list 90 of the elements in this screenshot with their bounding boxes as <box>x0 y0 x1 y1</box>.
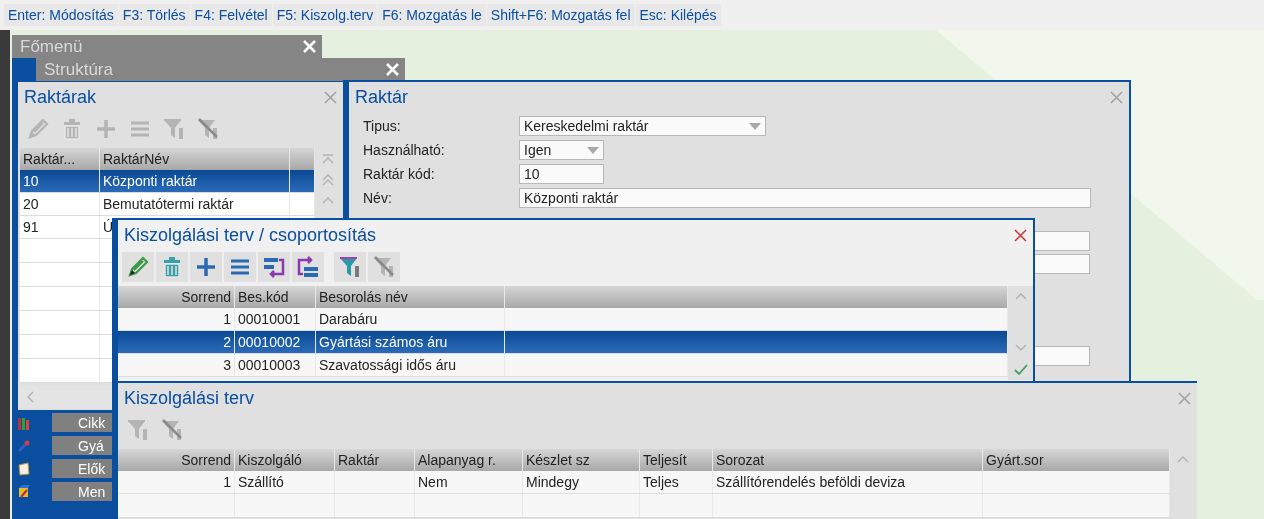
field-label: Raktár kód: <box>363 166 435 182</box>
table-cell: Szállítórendelés beföldi deviza <box>713 471 983 493</box>
delete-button[interactable] <box>156 252 188 282</box>
table-cell: 00010001 <box>235 308 316 330</box>
input-field[interactable]: 10 <box>519 164 604 184</box>
close-button[interactable] <box>324 90 337 104</box>
table-cell: 3 <box>118 354 235 376</box>
scroll-left-icon[interactable] <box>26 391 34 403</box>
dropdown[interactable]: Igen <box>519 140 604 160</box>
table-cell: 00010003 <box>235 354 316 376</box>
shortcut-label[interactable]: Shift+F6: Mozgatás fel <box>486 4 635 26</box>
table-cell: Központi raktár <box>100 170 290 192</box>
filter-clear-icon <box>160 418 184 442</box>
move-up-icon <box>296 255 320 279</box>
table-cell: Nem <box>415 471 523 493</box>
table-cell: Darabáru <box>316 308 505 330</box>
window-title: Raktárak <box>24 86 97 108</box>
window-title: Főmenü <box>20 36 83 57</box>
plus-icon <box>94 117 118 141</box>
filter-icon <box>162 117 186 141</box>
menu-item[interactable]: Men <box>52 482 112 501</box>
table-cell: 1 <box>118 471 235 493</box>
menu-item[interactable]: Gyá <box>52 436 112 455</box>
shortcut-label[interactable]: F5: Kiszolg.terv <box>272 4 378 26</box>
field-label: Tipus: <box>363 118 401 134</box>
table-cell: 91 <box>20 216 100 238</box>
field-label: Név: <box>363 190 392 206</box>
table-cell: 10 <box>20 170 100 192</box>
table-cell: Szavatossági idős áru <box>316 354 505 376</box>
caret-icon <box>587 146 599 154</box>
move-up-button[interactable] <box>292 252 324 282</box>
table-cell: 1 <box>118 308 235 330</box>
shortcut-label[interactable]: Enter: Módosítás <box>4 4 118 26</box>
table-cell: 2 <box>118 331 235 353</box>
field-label: Használható: <box>363 142 445 158</box>
plus-icon <box>194 255 218 279</box>
filter-clear-icon <box>196 117 220 141</box>
window-title: Kiszolgálási terv <box>124 387 255 409</box>
table-cell: Mindegy <box>523 471 640 493</box>
scroll-up-icon[interactable] <box>1014 292 1027 300</box>
menu-item[interactable]: Cikk <box>52 413 112 432</box>
list-button[interactable] <box>224 252 256 282</box>
scroll-top-icon[interactable] <box>321 154 334 164</box>
close-button[interactable] <box>1178 391 1191 405</box>
table-cell: Bemutatótermi raktár <box>100 193 290 215</box>
table-cell: 00010002 <box>235 331 316 353</box>
shortcut-label[interactable]: F6: Mozgatás le <box>378 4 486 26</box>
table-cell: 20 <box>20 193 100 215</box>
table-row[interactable]: 1 Szállító Nem Mindegy Teljes Szállítórendelés beföldi deviza <box>118 471 1170 494</box>
close-button[interactable] <box>1110 90 1123 104</box>
scroll-up-icon[interactable] <box>321 196 334 204</box>
scroll-down-icon[interactable] <box>1014 344 1027 352</box>
shortcut-label[interactable]: Esc: Kilépés <box>635 4 721 26</box>
caret-icon <box>749 122 761 130</box>
cube-icon <box>18 484 30 499</box>
bar-chart-icon <box>18 415 30 430</box>
scroll-up-icon[interactable] <box>1176 455 1189 463</box>
window-title: Raktár <box>355 86 408 108</box>
input-field[interactable] <box>1034 346 1090 366</box>
move-down-icon <box>262 255 286 279</box>
table-row[interactable]: 10 Központi raktár <box>20 170 315 193</box>
edit-button[interactable] <box>122 252 154 282</box>
menu-item[interactable]: Elők <box>52 459 112 478</box>
table-cell: Teljes <box>640 471 713 493</box>
close-button[interactable] <box>1014 228 1027 242</box>
table-row[interactable]: 20 Bemutatótermi raktár <box>20 193 315 216</box>
document-icon <box>18 461 30 476</box>
input-field[interactable]: Központi raktár <box>519 188 1091 208</box>
table-row[interactable]: 2 00010002 Gyártási számos áru <box>118 331 1008 354</box>
filter-icon <box>126 418 150 442</box>
pencil-icon <box>126 255 150 279</box>
table-cell: Szállító <box>235 471 335 493</box>
input-field[interactable] <box>1034 231 1090 251</box>
filter-clear-icon <box>372 255 396 279</box>
filter-icon <box>338 255 362 279</box>
check-icon[interactable] <box>1013 364 1028 376</box>
table-row[interactable]: 1 00010001 Darabáru <box>118 308 1008 331</box>
window-title: Struktúra <box>44 59 113 80</box>
page-up-icon[interactable] <box>321 174 334 186</box>
add-button[interactable] <box>190 252 222 282</box>
pencil-icon <box>26 117 50 141</box>
table-cell: Gyártási számos áru <box>316 331 505 353</box>
dropdown[interactable]: Kereskedelmi raktár <box>519 116 766 136</box>
shortcut-label[interactable]: F4: Felvétel <box>190 4 272 26</box>
tools-icon <box>18 438 30 453</box>
table-row[interactable]: 3 00010003 Szavatossági idős áru <box>118 354 1008 377</box>
shortcut-label[interactable]: F3: Törlés <box>118 4 190 26</box>
filter-button[interactable] <box>334 252 366 282</box>
move-down-button[interactable] <box>258 252 290 282</box>
input-field[interactable] <box>1034 254 1090 274</box>
